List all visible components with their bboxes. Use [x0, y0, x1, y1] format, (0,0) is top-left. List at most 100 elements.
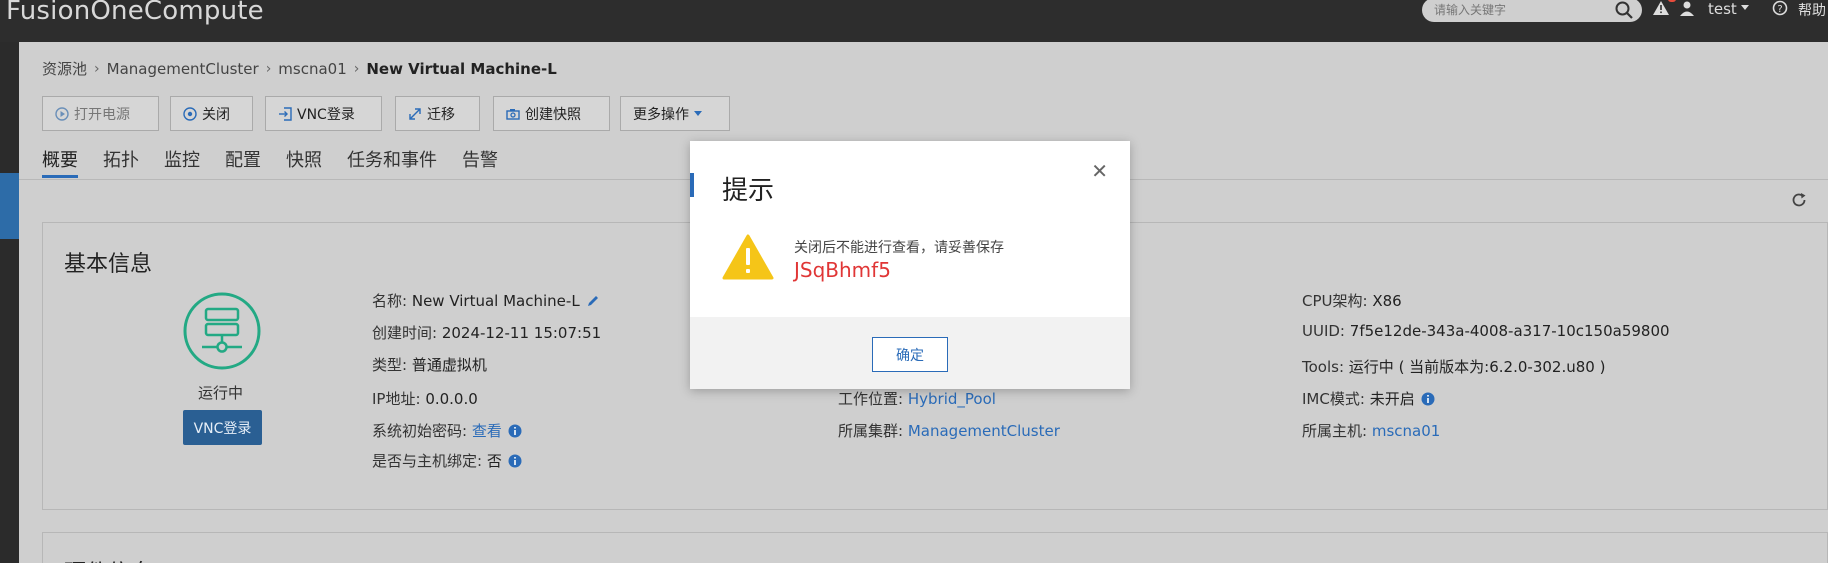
cluster-link[interactable]: ManagementCluster [908, 422, 1060, 440]
login-icon [279, 106, 292, 121]
hardware-info-title: 硬件信息 [64, 555, 152, 563]
field-label: 创建时间: [372, 324, 438, 342]
app-title: FusionOneCompute [6, 0, 264, 26]
tab-monitor[interactable]: 监控 [164, 146, 200, 178]
field-value: 运行中 ( 当前版本为:6.2.0-302.u80 ) [1348, 358, 1606, 376]
create-snapshot-button[interactable]: 创建快照 [493, 96, 610, 131]
close-icon[interactable]: ✕ [1091, 159, 1108, 183]
create-snapshot-label: 创建快照 [525, 106, 581, 123]
ok-button[interactable]: 确定 [872, 337, 948, 372]
field-label: UUID: [1302, 322, 1345, 340]
hardware-info-panel [42, 532, 1828, 563]
prompt-dialog: 提示 ✕ 关闭后不能进行查看，请妥善保存 JSqBhmf5 确定 [690, 141, 1130, 389]
field-value: 普通虚拟机 [411, 356, 487, 374]
tab-snapshot[interactable]: 快照 [286, 146, 322, 178]
left-nav-active-item[interactable] [0, 173, 19, 239]
tab-overview[interactable]: 概要 [42, 146, 78, 178]
power-on-button[interactable]: 打开电源 [42, 96, 159, 131]
search-input[interactable]: 请输入关键字 [1434, 1, 1506, 18]
field-label: 系统初始密码: [372, 422, 468, 440]
svg-text:?: ? [1777, 4, 1782, 15]
warning-icon [722, 234, 774, 280]
host-link[interactable]: mscna01 [1372, 422, 1440, 440]
info-icon[interactable] [508, 424, 522, 438]
field-value: X86 [1372, 291, 1402, 310]
refresh-icon[interactable] [1790, 191, 1808, 209]
field-value: 2024-12-11 15:07:51 [441, 323, 602, 342]
left-nav [0, 42, 19, 563]
basic-info-title: 基本信息 [64, 252, 153, 277]
view-password-link[interactable]: 查看 [472, 420, 502, 441]
user-icon[interactable] [1679, 0, 1695, 16]
dialog-accent-bar [690, 173, 694, 197]
play-icon [55, 106, 69, 121]
field-cpu-arch: CPU架构: X86 [1302, 290, 1402, 311]
tab-topology[interactable]: 拓扑 [103, 146, 139, 178]
camera-icon [506, 108, 520, 120]
more-actions-label: 更多操作 [633, 106, 689, 123]
more-actions-button[interactable]: 更多操作 [620, 96, 730, 131]
field-name: 名称: New Virtual Machine-L [372, 290, 600, 311]
shutdown-label: 关闭 [202, 106, 230, 123]
breadcrumb-item[interactable]: ManagementCluster [107, 60, 259, 78]
vm-status: 运行中 [198, 384, 244, 402]
vnc-login-panel-button[interactable]: VNC登录 [183, 410, 262, 445]
alarm-icon[interactable] [1652, 0, 1670, 16]
shutdown-button[interactable]: 关闭 [170, 96, 253, 131]
help-link[interactable]: 帮助 [1798, 0, 1826, 20]
power-on-label: 打开电源 [74, 106, 130, 123]
search-box[interactable]: 请输入关键字 [1422, 0, 1642, 22]
dialog-title: 提示 [722, 176, 775, 206]
field-cluster: 所属集群: ManagementCluster [838, 420, 1060, 441]
field-init-password: 系统初始密码: 查看 [372, 420, 522, 441]
field-value: 7f5e12de-343a-4008-a317-10c150a59800 [1349, 322, 1670, 340]
info-icon[interactable] [1421, 392, 1435, 406]
pencil-icon[interactable] [586, 294, 600, 308]
tab-bar: 概要 拓扑 监控 配置 快照 任务和事件 告警 [42, 146, 523, 178]
breadcrumb-current: New Virtual Machine-L [366, 59, 557, 78]
field-label: IP地址: [372, 390, 421, 408]
user-name[interactable]: test [1708, 0, 1737, 18]
field-value: New Virtual Machine-L [411, 291, 580, 310]
chevron-right-icon: › [265, 60, 272, 77]
chevron-down-icon [694, 111, 702, 116]
search-icon[interactable] [1614, 0, 1634, 20]
top-bar: FusionOneCompute 请输入关键字 test ? 帮助 [0, 0, 1828, 42]
breadcrumb-item[interactable]: 资源池 [42, 58, 87, 79]
field-label: 所属主机: [1302, 422, 1368, 440]
vnc-login-button[interactable]: VNC登录 [265, 96, 382, 131]
breadcrumb: 资源池 › ManagementCluster › mscna01 › New … [42, 58, 557, 79]
field-label: 是否与主机绑定: [372, 452, 483, 470]
field-label: 所属集群: [838, 422, 904, 440]
alarm-badge [1668, 0, 1676, 2]
info-icon[interactable] [508, 454, 522, 468]
chevron-down-icon[interactable] [1741, 5, 1749, 10]
field-uuid: UUID: 7f5e12de-343a-4008-a317-10c150a598… [1302, 322, 1670, 340]
field-value: 否 [486, 452, 502, 470]
field-value: 0.0.0.0 [425, 389, 478, 408]
migrate-label: 迁移 [427, 106, 455, 123]
vnc-login-label: VNC登录 [297, 106, 355, 123]
migrate-button[interactable]: 迁移 [395, 96, 480, 131]
location-link[interactable]: Hybrid_Pool [908, 390, 996, 408]
field-label: 工作位置: [838, 390, 904, 408]
vm-icon [183, 292, 261, 370]
breadcrumb-item[interactable]: mscna01 [278, 60, 346, 78]
field-tools: Tools: 运行中 ( 当前版本为:6.2.0-302.u80 ) [1302, 356, 1605, 377]
tab-tasks-events[interactable]: 任务和事件 [347, 146, 437, 178]
field-host-binding: 是否与主机绑定: 否 [372, 450, 522, 471]
chevron-right-icon: › [353, 60, 360, 77]
tab-alarms[interactable]: 告警 [462, 146, 498, 178]
dialog-message: 关闭后不能进行查看，请妥善保存 [794, 240, 1004, 256]
field-label: 名称: [372, 292, 408, 310]
field-label: IMC模式: [1302, 390, 1365, 408]
migrate-icon [409, 107, 421, 120]
field-location: 工作位置: Hybrid_Pool [838, 388, 996, 409]
field-label: CPU架构: [1302, 292, 1368, 310]
field-type: 类型: 普通虚拟机 [372, 354, 487, 375]
chevron-right-icon: › [94, 60, 100, 77]
stop-icon [183, 106, 197, 121]
help-icon[interactable]: ? [1772, 0, 1788, 16]
tab-config[interactable]: 配置 [225, 146, 261, 178]
dialog-password: JSqBhmf5 [794, 258, 891, 282]
